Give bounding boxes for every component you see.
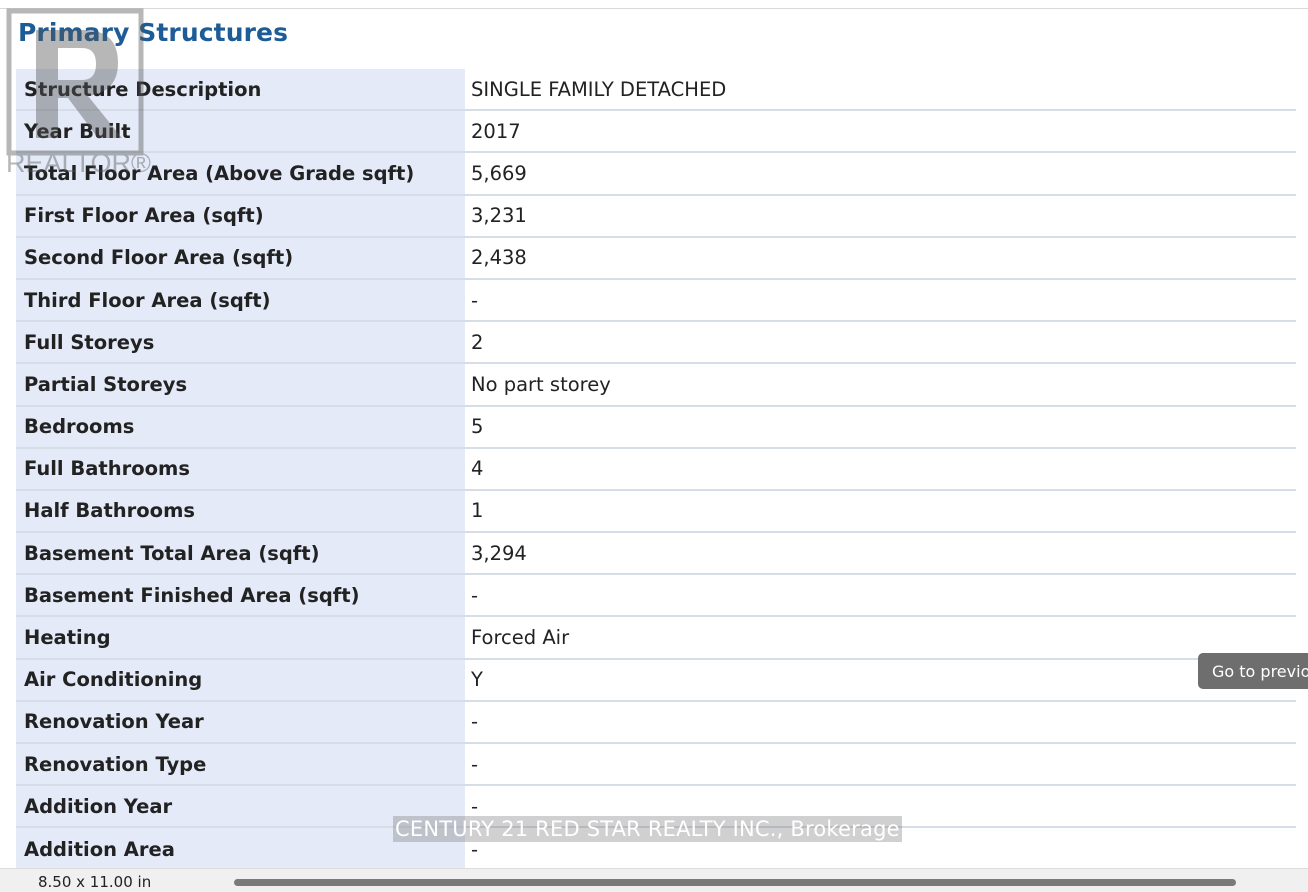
table-row: Full Bathrooms 4 <box>16 448 1296 491</box>
row-value: 2,438 <box>465 237 1296 278</box>
row-label: Basement Total Area (sqft) <box>16 533 465 574</box>
row-label: Full Storeys <box>16 322 465 363</box>
row-value: - <box>465 701 1296 742</box>
row-value: SINGLE FAMILY DETACHED <box>465 69 1296 110</box>
row-value: - <box>465 575 1296 616</box>
row-label: Heating <box>16 617 465 658</box>
table-row: Heating Forced Air <box>16 617 1296 660</box>
table-row: Half Bathrooms 1 <box>16 490 1296 534</box>
row-label: Total Floor Area (Above Grade sqft) <box>16 153 465 194</box>
row-label: Full Bathrooms <box>16 448 465 489</box>
row-label: Third Floor Area (sqft) <box>16 279 465 321</box>
row-value: Y <box>465 659 1296 700</box>
row-value: 5 <box>465 406 1296 447</box>
row-value: - <box>465 744 1296 785</box>
table-row: Structure Description SINGLE FAMILY DETAC… <box>16 69 1296 112</box>
table-row: Full Storeys 2 <box>16 322 1296 365</box>
horizontal-scrollbar[interactable] <box>234 879 1236 886</box>
row-label: Structure Description <box>16 69 465 110</box>
row-label: Renovation Year <box>16 701 465 742</box>
row-label: Partial Storeys <box>16 364 465 405</box>
table-row: Renovation Year - <box>16 701 1296 744</box>
primary-structures-table: Structure Description SINGLE FAMILY DETAC… <box>16 69 1296 871</box>
table-row: Basement Finished Area (sqft) - <box>16 575 1296 618</box>
go-to-previous-page-button[interactable]: Go to previous page <box>1198 653 1308 689</box>
table-row: Basement Total Area (sqft) 3,294 <box>16 533 1296 576</box>
row-label: First Floor Area (sqft) <box>16 195 465 236</box>
row-value: 5,669 <box>465 153 1296 194</box>
row-label: Year Built <box>16 111 465 152</box>
row-label: Second Floor Area (sqft) <box>16 237 465 278</box>
table-row: Partial Storeys No part storey <box>16 364 1296 407</box>
top-rule <box>0 0 1308 9</box>
table-row: Second Floor Area (sqft) 2,438 <box>16 237 1296 280</box>
row-value: 3,294 <box>465 533 1296 574</box>
row-value: 1 <box>465 490 1296 532</box>
row-label: Renovation Type <box>16 744 465 785</box>
row-value: Forced Air <box>465 617 1296 658</box>
row-value: 2017 <box>465 111 1296 152</box>
table-row: Year Built 2017 <box>16 111 1296 154</box>
row-value: 4 <box>465 448 1296 489</box>
row-label: Half Bathrooms <box>16 490 465 532</box>
section-title: Primary Structures <box>18 18 289 47</box>
status-bar: 8.50 x 11.00 in <box>0 868 1308 892</box>
table-row: Renovation Type - <box>16 744 1296 787</box>
row-value: No part storey <box>465 364 1296 405</box>
row-label: Basement Finished Area (sqft) <box>16 575 465 616</box>
row-label: Air Conditioning <box>16 659 465 700</box>
table-row: Third Floor Area (sqft) - <box>16 279 1296 323</box>
row-value: 3,231 <box>465 195 1296 236</box>
row-value: 2 <box>465 322 1296 363</box>
table-row: Total Floor Area (Above Grade sqft) 5,669 <box>16 153 1296 196</box>
page-size-label: 8.50 x 11.00 in <box>38 873 152 891</box>
row-value: - <box>465 279 1296 321</box>
row-label: Bedrooms <box>16 406 465 447</box>
table-row: Air Conditioning Y <box>16 659 1296 702</box>
brokerage-watermark: CENTURY 21 RED STAR REALTY INC., Brokera… <box>393 816 902 842</box>
table-row: Bedrooms 5 <box>16 406 1296 449</box>
table-row: First Floor Area (sqft) 3,231 <box>16 195 1296 238</box>
